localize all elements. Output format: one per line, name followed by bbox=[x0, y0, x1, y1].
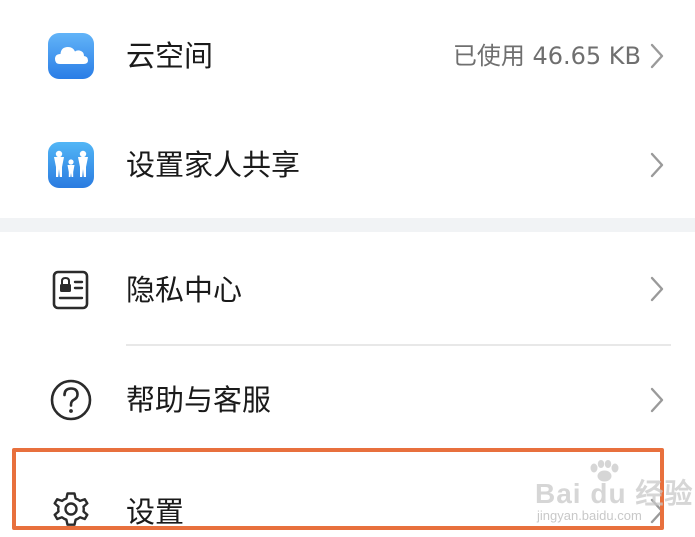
account-services-card: 云空间 已使用 46.65 KB 设置家人共享 bbox=[0, 0, 695, 218]
cloud-icon bbox=[48, 33, 94, 79]
chevron-right-icon bbox=[647, 496, 667, 526]
family-sharing-label: 设置家人共享 bbox=[126, 148, 301, 182]
family-share-icon bbox=[48, 142, 94, 188]
storage-usage-value: 已使用 46.65 KB bbox=[452, 42, 641, 70]
me-settings-screen: 云空间 已使用 46.65 KB 设置家人共享 隐私中心 帮助与客服 设置 Ba… bbox=[0, 0, 695, 537]
cloud-space-row[interactable]: 云空间 已使用 46.65 KB bbox=[0, 6, 695, 106]
help-support-row[interactable]: 帮助与客服 bbox=[0, 350, 695, 450]
cloud-space-label: 云空间 bbox=[126, 39, 214, 73]
privacy-center-icon bbox=[48, 267, 94, 313]
family-sharing-row[interactable]: 设置家人共享 bbox=[0, 115, 695, 215]
support-settings-card: 隐私中心 帮助与客服 设置 bbox=[0, 232, 695, 537]
chevron-right-icon bbox=[647, 41, 667, 71]
chevron-right-icon bbox=[647, 150, 667, 180]
help-icon bbox=[48, 377, 94, 423]
privacy-center-row[interactable]: 隐私中心 bbox=[0, 242, 695, 342]
settings-label: 设置 bbox=[126, 495, 185, 529]
chevron-right-icon bbox=[647, 274, 667, 304]
settings-row[interactable]: 设置 bbox=[0, 458, 695, 537]
divider bbox=[126, 344, 671, 346]
gear-icon bbox=[48, 486, 94, 532]
privacy-center-label: 隐私中心 bbox=[126, 273, 243, 307]
chevron-right-icon bbox=[647, 385, 667, 415]
help-support-label: 帮助与客服 bbox=[126, 383, 272, 417]
